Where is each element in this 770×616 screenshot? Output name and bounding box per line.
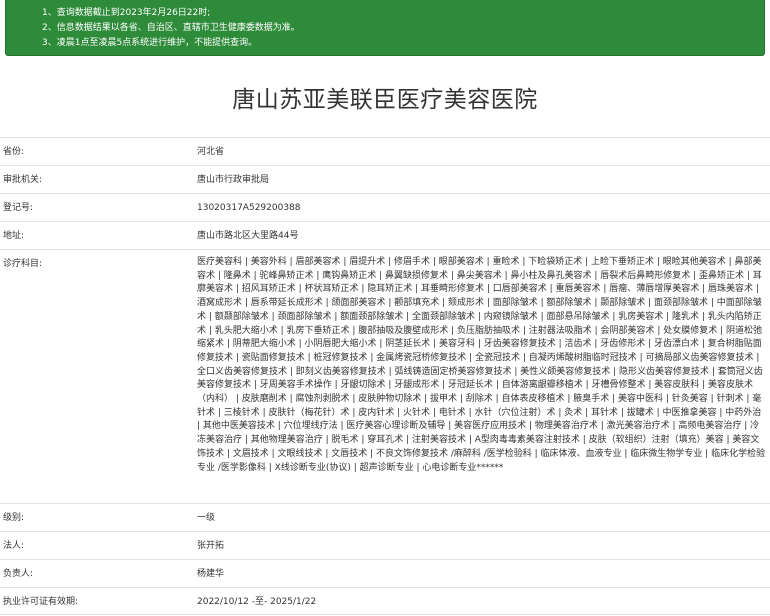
info-row-principal: 负责人: 杨建华 (0, 559, 770, 587)
info-row-address: 地址: 唐山市路北区大里路44号 (0, 221, 770, 249)
info-row-authority: 审批机关: 唐山市行政审批局 (0, 165, 770, 193)
principal-value: 杨建华 (197, 569, 225, 579)
province-label: 省份: (3, 147, 25, 157)
info-table: 省份: 河北省 审批机关: 唐山市行政审批局 登记号: 13020317A529… (0, 137, 770, 615)
province-value: 河北省 (197, 147, 225, 157)
info-row-level: 级别: 一级 (0, 503, 770, 531)
level-value: 一级 (197, 513, 216, 523)
info-row-legal-person: 法人: 张开拓 (0, 531, 770, 559)
reg-no-label: 登记号: (3, 203, 34, 213)
page-title: 唐山苏亚美联臣医疗美容医院 (232, 87, 538, 113)
notice-line-2: 2、信息数据结果以各省、自治区、直辖市卫生健康委数据为准。 (42, 23, 300, 33)
subjects-value: 医疗美容科 | 美容外科 | 眉部美容术 | 眉提升术 | 修眉手术 | 眼部美… (197, 257, 766, 473)
legal-person-label: 法人: (3, 541, 25, 551)
license-valid-label: 执业许可证有效期: (3, 597, 79, 607)
authority-value: 唐山市行政审批局 (197, 175, 270, 185)
license-valid-value: 2022/10/12 -至- 2025/1/22 (197, 597, 317, 607)
info-row-province: 省份: 河北省 (0, 137, 770, 165)
notice-banner: 1、查询数据截止到2023年2月26日22时; 2、信息数据结果以各省、自治区、… (5, 0, 765, 56)
info-row-license-valid: 执业许可证有效期: 2022/10/12 -至- 2025/1/22 (0, 587, 770, 615)
notice-line-3: 3、凌晨1点至凌晨5点系统进行维护，不能提供查询。 (42, 38, 258, 48)
page-header: 唐山苏亚美联臣医疗美容医院 (0, 70, 770, 130)
reg-no-value: 13020317A529200388 (197, 203, 301, 213)
address-label: 地址: (3, 231, 25, 241)
authority-label: 审批机关: (3, 175, 43, 185)
info-row-reg-no: 登记号: 13020317A529200388 (0, 193, 770, 221)
level-label: 级别: (3, 513, 25, 523)
legal-person-value: 张开拓 (197, 541, 225, 551)
subjects-label: 诊疗科目: (3, 259, 43, 269)
info-row-subjects: 诊疗科目: 医疗美容科 | 美容外科 | 眉部美容术 | 眉提升术 | 修眉手术… (0, 249, 770, 503)
principal-label: 负责人: (3, 569, 34, 579)
notice-line-1: 1、查询数据截止到2023年2月26日22时; (42, 8, 211, 18)
address-value: 唐山市路北区大里路44号 (197, 231, 299, 241)
